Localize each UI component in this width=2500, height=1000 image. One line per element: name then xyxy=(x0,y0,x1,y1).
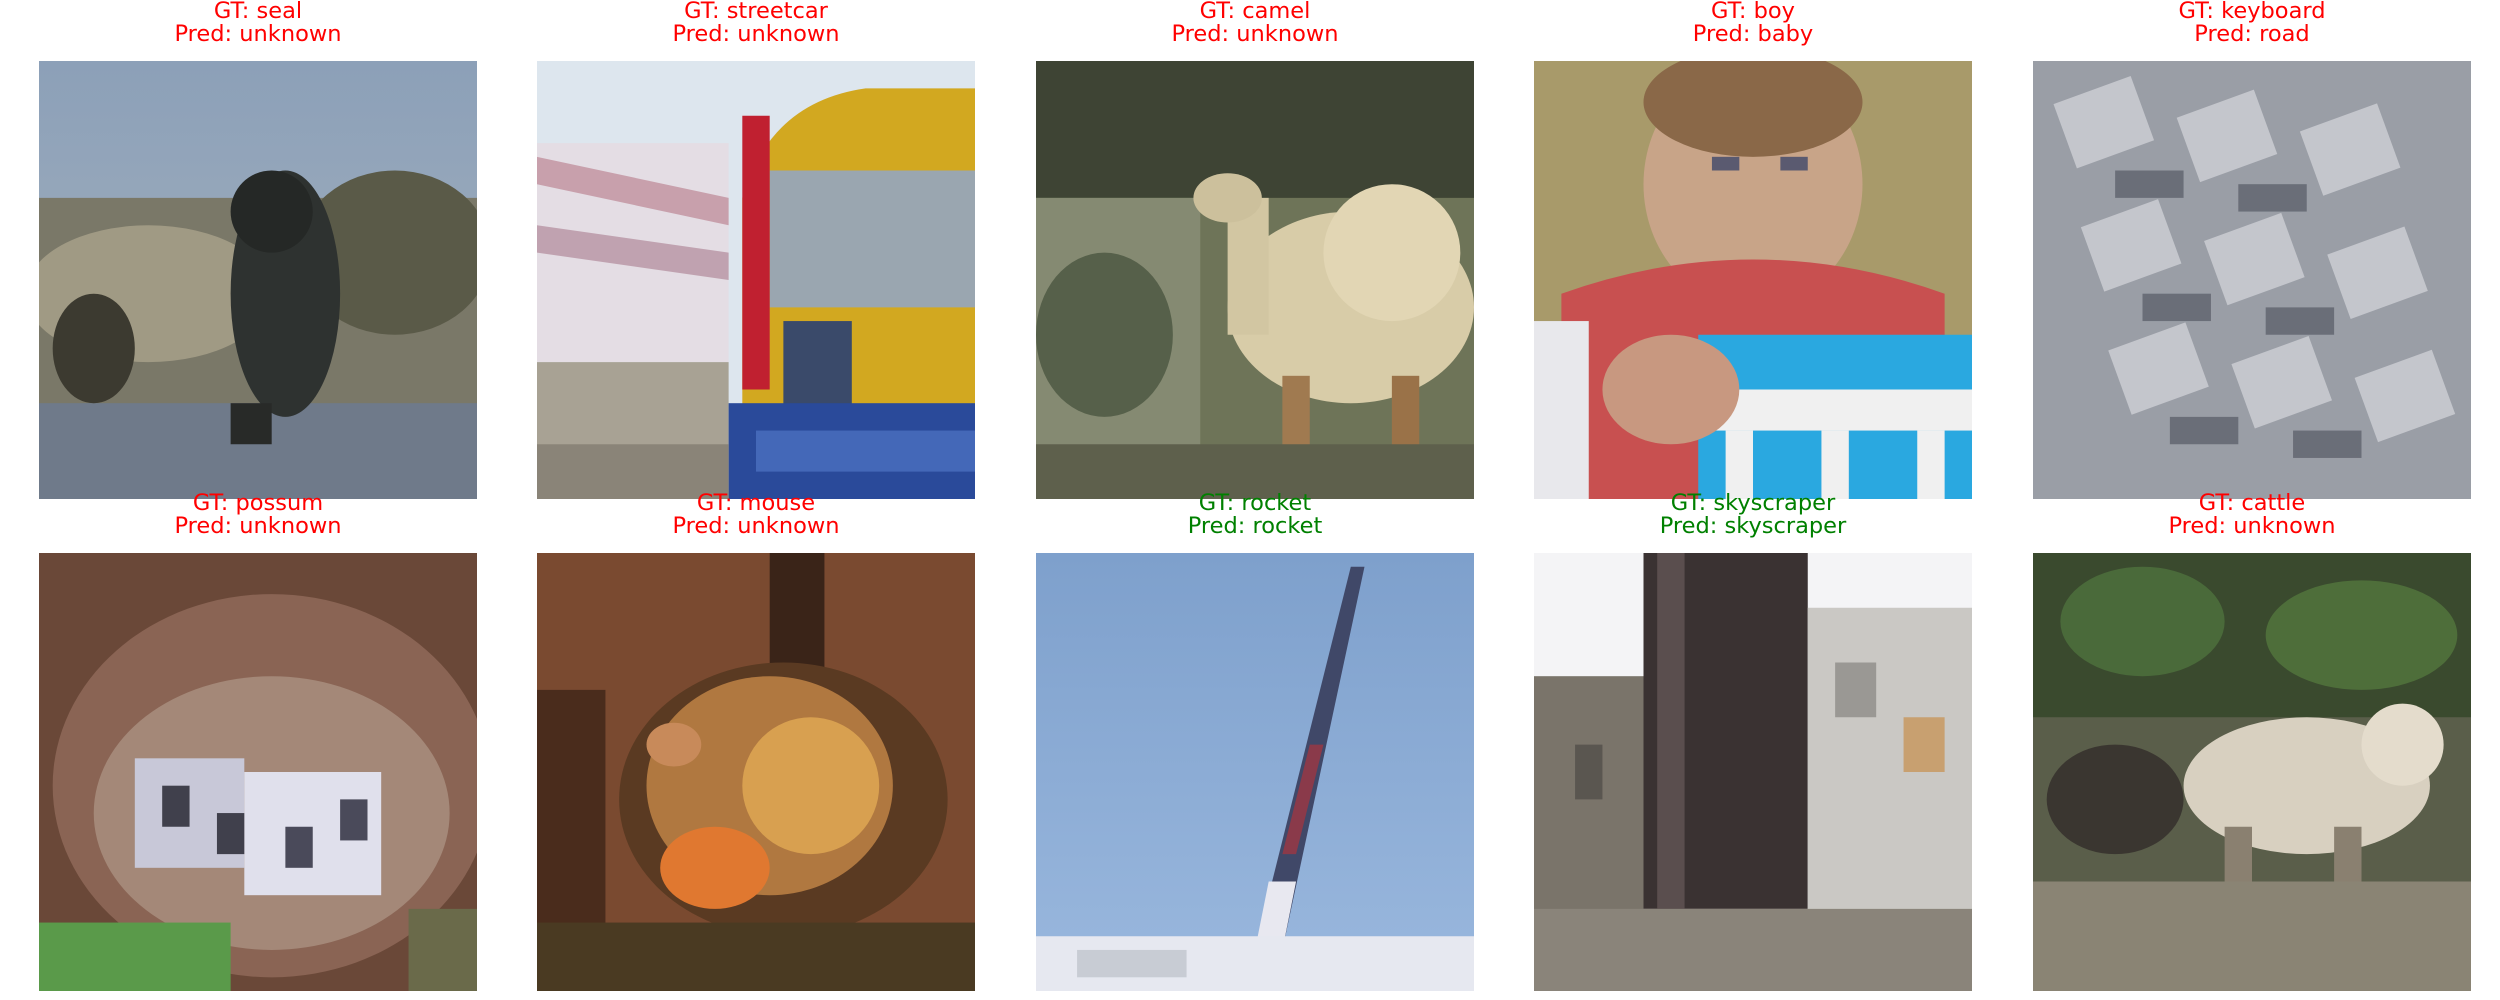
sample-image-streetcar xyxy=(537,61,975,499)
gt-label: GT: keyboard xyxy=(2178,0,2326,24)
gt-label: GT: camel xyxy=(1199,0,1311,24)
gt-label: GT: seal xyxy=(213,0,303,24)
pred-label: Pred: unknown xyxy=(174,21,342,47)
sample-image-mouse xyxy=(537,553,975,991)
gt-label: GT: cattle xyxy=(2198,490,2306,516)
gt-label: GT: rocket xyxy=(1198,490,1312,516)
pred-label: Pred: unknown xyxy=(672,513,840,539)
sample-image-skyscraper xyxy=(1534,553,1972,991)
gt-label: GT: possum xyxy=(192,490,324,516)
pred-label: Pred: unknown xyxy=(2168,513,2336,539)
pred-label: Pred: rocket xyxy=(1187,513,1323,539)
gt-label: GT: streetcar xyxy=(684,0,828,24)
gt-label: GT: boy xyxy=(1710,0,1795,24)
pred-label: Pred: skyscraper xyxy=(1659,513,1847,539)
sample-image-boy xyxy=(1534,61,1972,499)
pred-label: Pred: unknown xyxy=(672,21,840,47)
pred-label: Pred: baby xyxy=(1692,21,1814,47)
sample-image-camel xyxy=(1036,61,1474,499)
sample-image-seal xyxy=(39,61,477,499)
sample-image-rocket xyxy=(1036,553,1474,991)
pred-label: Pred: unknown xyxy=(174,513,342,539)
pred-label: Pred: road xyxy=(2194,21,2310,47)
gt-label: GT: mouse xyxy=(696,490,816,516)
sample-image-cattle xyxy=(2033,553,2471,991)
sample-image-keyboard xyxy=(2033,61,2471,499)
gt-label: GT: skyscraper xyxy=(1670,490,1836,516)
pred-label: Pred: unknown xyxy=(1171,21,1339,47)
sample-image-possum xyxy=(39,553,477,991)
